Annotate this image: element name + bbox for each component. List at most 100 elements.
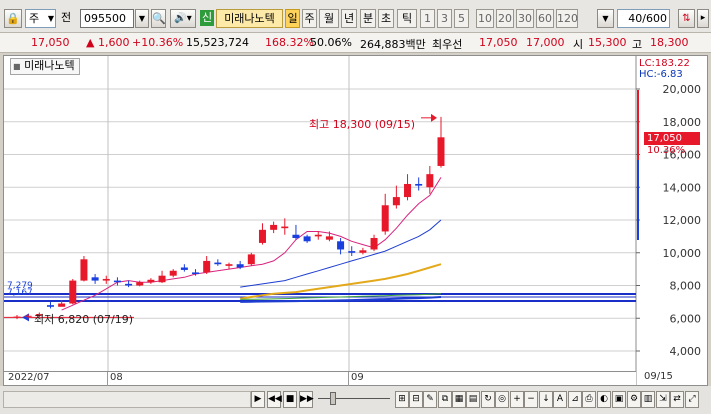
- more-icon[interactable]: ▸: [697, 9, 709, 28]
- fast-forward-icon[interactable]: ▶▶: [299, 391, 314, 408]
- candle-body: [158, 275, 166, 283]
- exchange-label: 전: [61, 11, 72, 24]
- candle-body: [125, 283, 133, 286]
- current-change-tag: 10.36%: [647, 145, 686, 156]
- period-month[interactable]: 월: [319, 9, 339, 28]
- candle-body: [337, 241, 345, 250]
- candle-body: [136, 282, 144, 286]
- candle-body: [102, 278, 110, 281]
- stop-icon[interactable]: ■: [283, 391, 297, 408]
- copy-icon[interactable]: ⧉: [438, 391, 452, 408]
- chart-panel[interactable]: 20,000 18,000 16,000 14,000 12,000 10,000 8,00…: [3, 55, 708, 386]
- search-icon[interactable]: 🔍: [151, 9, 166, 28]
- save-icon[interactable]: ▣: [612, 391, 626, 408]
- chevron-down-icon: ▼: [47, 14, 54, 23]
- palette-icon[interactable]: ◐: [597, 391, 611, 408]
- rewind-icon[interactable]: ◀◀: [267, 391, 282, 408]
- target-icon[interactable]: ◎: [495, 391, 509, 408]
- candle-body: [236, 264, 244, 268]
- interval-1[interactable]: 1: [420, 9, 435, 28]
- table-icon[interactable]: ▦: [452, 391, 466, 408]
- link-icon[interactable]: ⊟: [409, 391, 423, 408]
- y-tick-label: 12,000: [663, 214, 702, 227]
- candle-body: [214, 262, 222, 265]
- period-day[interactable]: 일: [285, 9, 300, 28]
- chevron-down-icon[interactable]: ▼: [597, 9, 614, 28]
- interval-10[interactable]: 10: [476, 9, 494, 28]
- chart-title: 미래나노텍: [24, 59, 75, 72]
- candle-body: [80, 259, 88, 281]
- period-minute[interactable]: 분: [360, 9, 376, 28]
- code-dropdown-button[interactable]: ▼: [135, 9, 149, 28]
- interval-60[interactable]: 60: [536, 9, 554, 28]
- count-input[interactable]: 40: [628, 12, 642, 25]
- change-percent: +10.36%: [132, 36, 184, 49]
- min-price-annotation: 최저 6,820 (07/19): [34, 313, 134, 326]
- grid-icon[interactable]: ▤: [466, 391, 480, 408]
- stock-name[interactable]: 미래나노텍: [216, 9, 283, 28]
- range-bar-red: [637, 90, 639, 160]
- market-select[interactable]: 주 ▼: [25, 9, 56, 28]
- open-price: 15,300: [588, 36, 627, 49]
- crosshair-icon[interactable]: ⊞: [395, 391, 409, 408]
- moving-averages: [22, 113, 442, 322]
- ma-value-2: 7,167: [7, 288, 33, 298]
- lock-icon[interactable]: 🔒: [4, 9, 22, 28]
- interval-120[interactable]: 120: [556, 9, 578, 28]
- chart-legend[interactable]: ■ 미래나노텍: [10, 58, 80, 75]
- trade-amount: 264,883백만: [360, 38, 426, 51]
- high-price: 18,300: [650, 36, 689, 49]
- quote-info-bar: 17,050 ▲ 1,600 +10.36% 15,523,724 168.32…: [0, 33, 711, 53]
- lc-value: LC:183.22: [639, 58, 690, 69]
- interval-20[interactable]: 20: [496, 9, 514, 28]
- text-tool-icon[interactable]: A: [553, 391, 567, 408]
- price-chart[interactable]: 20,00018,00016,00014,00012,00010,0008,00…: [4, 56, 707, 385]
- candle-body: [225, 264, 233, 266]
- scroll-track[interactable]: [3, 391, 251, 408]
- new-stock-badge: 신: [200, 10, 214, 26]
- down-arrow-icon[interactable]: ↓: [539, 391, 553, 408]
- speaker-icon[interactable]: 🔊▾: [170, 9, 196, 28]
- period-second[interactable]: 초: [378, 9, 394, 28]
- chart-type-icon[interactable]: ▥: [641, 391, 655, 408]
- chart-control-bar: ▶ ◀◀ ■ ▶▶ ⊞ ⊟ ✎ ⧉ ▦ ▤ ↻ ◎ + − ↓ A ⊿ ⎙ ◐ …: [0, 386, 711, 414]
- zoom-slider[interactable]: [318, 398, 390, 399]
- candle-body: [270, 224, 278, 230]
- candles: [13, 116, 445, 320]
- zoom-in-icon[interactable]: +: [510, 391, 524, 408]
- current-price-tag: 17,050: [644, 132, 700, 145]
- ruler-icon[interactable]: ⊿: [568, 391, 582, 408]
- x-label-aug: 08: [107, 372, 123, 386]
- candle-body: [325, 236, 333, 240]
- draw-icon[interactable]: ✎: [423, 391, 437, 408]
- expand-icon[interactable]: ⤢: [685, 391, 699, 408]
- period-tick[interactable]: 틱: [397, 9, 417, 28]
- zoom-slider-thumb[interactable]: [330, 392, 336, 405]
- print-icon[interactable]: ⎙: [582, 391, 596, 408]
- refresh-icon[interactable]: ↻: [481, 391, 495, 408]
- candle-body: [381, 205, 389, 232]
- zoom-out-icon[interactable]: −: [524, 391, 538, 408]
- candle-body: [392, 197, 400, 206]
- period-year[interactable]: 년: [341, 9, 357, 28]
- chart-settings-icon[interactable]: ⇅: [678, 9, 695, 28]
- export-icon[interactable]: ⇲: [656, 391, 670, 408]
- toggle-icon[interactable]: ⇄: [670, 391, 684, 408]
- interval-5[interactable]: 5: [454, 9, 469, 28]
- moving-average-line: [61, 177, 442, 311]
- stock-code-input[interactable]: 095500: [80, 9, 134, 28]
- scroll-right-icon[interactable]: ▶: [251, 391, 265, 408]
- interval-3[interactable]: 3: [437, 9, 452, 28]
- candle-body: [247, 254, 255, 265]
- interval-30[interactable]: 30: [516, 9, 534, 28]
- ask-price: 17,050: [479, 36, 518, 49]
- candle-body: [13, 316, 21, 318]
- change-amount: ▲ 1,600: [86, 36, 130, 49]
- settings-icon[interactable]: ⚙: [627, 391, 641, 408]
- toolbar: 🔒 주 ▼ 전 095500 ▼ 🔍 🔊▾ 신 미래나노텍 일 주 월 년 분 …: [0, 0, 711, 33]
- candle-body: [292, 234, 300, 239]
- period-week[interactable]: 주: [302, 9, 317, 28]
- y-tick-label: 10,000: [663, 247, 702, 260]
- chart-grid: [4, 56, 637, 385]
- candle-body: [348, 251, 356, 253]
